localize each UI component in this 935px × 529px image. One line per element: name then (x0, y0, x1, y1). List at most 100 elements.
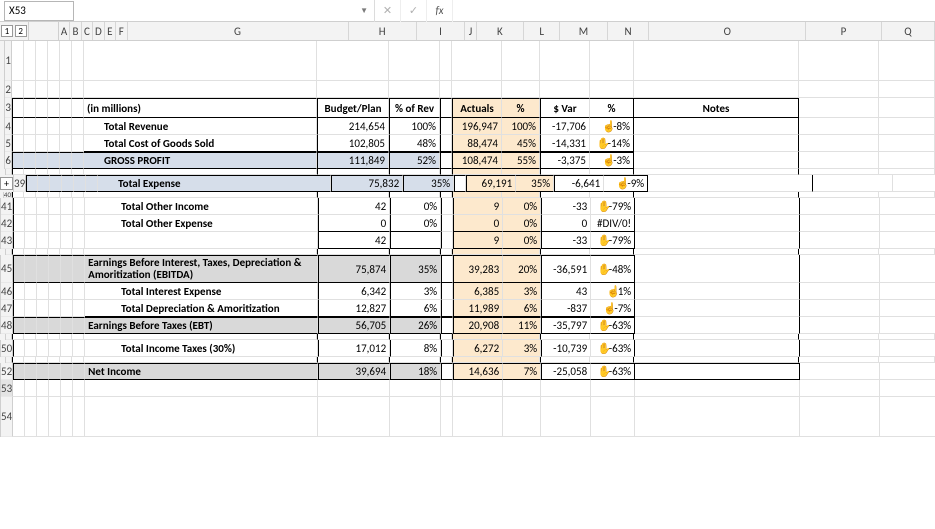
hdr-actuals: Actuals (452, 98, 502, 118)
outline-level-2[interactable]: 2 (15, 25, 27, 37)
hand-down-icon: ✋ (598, 263, 608, 276)
col-C[interactable]: C (82, 22, 93, 40)
budget: 75,874 (318, 255, 390, 283)
row-header[interactable]: 4 (5, 118, 12, 135)
row-header[interactable]: 50 (1, 340, 13, 357)
col-J[interactable]: J (465, 22, 476, 40)
formula-bar: X53 ▼ ✕ ✓ fx (0, 0, 935, 22)
act-pct: 0% (503, 232, 541, 249)
row-header[interactable]: 54 (1, 397, 13, 437)
hand-up-icon: ☝ (616, 177, 626, 190)
hdr-dvar: $ Var (540, 98, 590, 118)
pct-rev: 26% (390, 317, 441, 334)
row-43: 43 42 9 0% -33 ✋-79% (0, 232, 935, 249)
budget: 42 (318, 198, 390, 215)
row-header[interactable]: 39 (14, 175, 26, 192)
cancel-formula-icon[interactable]: ✕ (375, 0, 401, 22)
col-F[interactable]: F (116, 22, 127, 40)
row-header[interactable]: 5 (5, 135, 12, 152)
var: -25,058 (541, 363, 591, 380)
var: 43 (541, 283, 591, 300)
hand-up-icon: ☝ (607, 285, 617, 298)
var-pct: ☝-7% (591, 300, 635, 317)
hdr-title: (in millions) (84, 98, 317, 118)
row-header[interactable]: 52 (1, 363, 13, 380)
hand-down-icon: ✋ (598, 200, 608, 213)
row-header[interactable]: 46 (1, 283, 13, 300)
row-header[interactable]: 48 (1, 317, 13, 334)
var: -6,641 (554, 175, 604, 192)
outline-level-1[interactable]: 1 (1, 25, 13, 37)
hand-up-icon: ☝ (602, 120, 612, 133)
act-pct: 7% (503, 363, 541, 380)
col-O[interactable]: O (649, 22, 806, 40)
col-I[interactable]: I (417, 22, 465, 40)
row-header[interactable]: 53 (1, 380, 13, 397)
var: -3,375 (540, 152, 590, 169)
row-header[interactable]: 6 (5, 152, 12, 169)
label: GROSS PROFIT (84, 152, 317, 169)
name-box[interactable]: X53 (4, 1, 74, 21)
row-header[interactable]: 2 (5, 81, 12, 98)
row-header[interactable]: 41 (1, 198, 13, 215)
col-N[interactable]: N (608, 22, 650, 40)
row-tax: 50 Total Income Taxes (30%) 17,012 8% 6,… (0, 340, 935, 357)
row-ebitda: 45 Earnings Before Interest, Taxes, Depr… (0, 255, 935, 283)
hand-down-icon: ✋ (598, 365, 608, 378)
select-all[interactable] (29, 22, 59, 40)
var: 0 (541, 215, 591, 232)
act-pct: 0% (503, 198, 541, 215)
var: -35,797 (541, 317, 591, 334)
var-pct: ✋-63% (591, 317, 635, 334)
label: Total Other Expense (85, 215, 318, 232)
col-K[interactable]: K (477, 22, 524, 40)
hand-up-icon: ☝ (602, 154, 612, 167)
budget: 12,827 (318, 300, 390, 317)
accept-formula-icon[interactable]: ✓ (401, 0, 427, 22)
chevron-down-icon[interactable]: ▼ (360, 6, 368, 16)
row-header[interactable]: 1 (5, 41, 12, 81)
col-Q[interactable]: Q (882, 22, 935, 40)
row-header[interactable]: 3 (5, 98, 12, 118)
var-pct: ✋-14% (590, 135, 634, 152)
col-M[interactable]: M (560, 22, 607, 40)
label: Total Other Income (85, 198, 318, 215)
col-D[interactable]: D (93, 22, 104, 40)
formula-input[interactable] (453, 1, 935, 21)
act-pct: 0% (503, 215, 541, 232)
var: -17,706 (540, 118, 590, 135)
row-other-income: 41 Total Other Income 42 0% 9 0% -33 ✋-7… (0, 198, 935, 215)
var-pct: #DIV/0! (591, 215, 635, 232)
col-P[interactable]: P (806, 22, 882, 40)
col-E[interactable]: E (105, 22, 116, 40)
budget: 214,654 (317, 118, 389, 135)
label: Total Expense (98, 175, 331, 192)
row-cogs: 5 Total Cost of Goods Sold 102,805 48% 8… (0, 135, 935, 152)
row-revenue: 4 Total Revenue 214,654 100% 196,947 100… (0, 118, 935, 135)
col-G[interactable]: G (128, 22, 349, 40)
row-header[interactable]: 42 (1, 215, 13, 232)
row-header[interactable]: 43 (1, 232, 13, 249)
fx-icon[interactable]: fx (427, 0, 453, 22)
col-L[interactable]: L (524, 22, 560, 40)
row-header[interactable]: 47 (1, 300, 13, 317)
col-A[interactable]: A (59, 22, 70, 40)
actuals: 88,474 (452, 135, 502, 152)
row-3-header: 3 (in millions) Budget/Plan % of Rev Act… (0, 98, 935, 118)
pct-rev: 3% (390, 283, 441, 300)
budget: 111,849 (317, 152, 389, 169)
hand-down-icon: ✋ (598, 234, 608, 247)
row-depreciation: 47 Total Depreciation & Amoritization 12… (0, 300, 935, 317)
act-pct: 6% (503, 300, 541, 317)
hdr-notes: Notes (634, 98, 799, 118)
pct-rev: 8% (390, 340, 441, 357)
pct-rev: 6% (390, 300, 441, 317)
grid[interactable]: 1 2 3 (in millions) Budget/Plan % of Rev… (0, 41, 935, 437)
act-pct: 100% (502, 118, 540, 135)
col-B[interactable]: B (70, 22, 81, 40)
var-pct: ☝ 1% (591, 283, 635, 300)
row-2: 2 (0, 81, 935, 98)
outline-expand-icon[interactable]: + (0, 177, 13, 190)
col-H[interactable]: H (349, 22, 417, 40)
row-header[interactable]: 45 (1, 255, 13, 283)
